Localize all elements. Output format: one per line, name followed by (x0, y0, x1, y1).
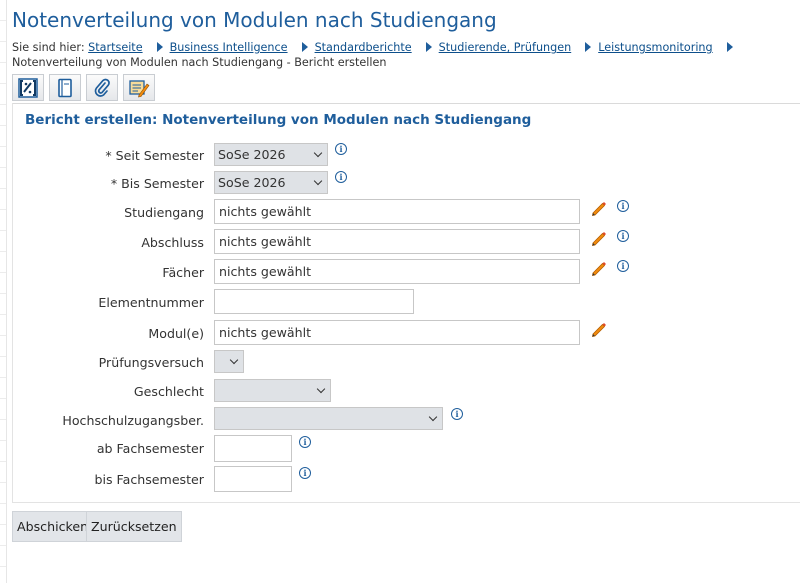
chevron-down-icon (313, 148, 323, 158)
seit-semester-select[interactable]: SoSe 2026 (214, 143, 328, 166)
reset-button[interactable]: Zurücksetzen (86, 511, 182, 542)
edit-document-button[interactable] (123, 74, 155, 101)
info-icon[interactable]: i (335, 171, 347, 183)
pencil-icon[interactable] (590, 259, 608, 277)
breadcrumb-prefix: Sie sind hier: (12, 41, 85, 54)
pencil-icon[interactable] (590, 320, 608, 338)
pencil-icon[interactable] (590, 229, 608, 247)
hzb-label: Hochschulzugangsber. (62, 413, 204, 428)
info-icon[interactable]: i (617, 200, 629, 212)
breadcrumb-arrow-icon (585, 42, 592, 52)
breadcrumb-link-studierende-pruefungen[interactable]: Studierende, Prüfungen (439, 41, 572, 54)
faecher-field[interactable]: nichts gewählt (214, 259, 580, 284)
breadcrumb-arrow-icon (726, 42, 733, 52)
chevron-down-icon (316, 384, 326, 394)
chevron-down-icon (428, 412, 438, 422)
pruefungsversuch-select[interactable] (214, 350, 244, 373)
info-icon[interactable]: i (299, 467, 311, 479)
report-fields-icon (18, 77, 38, 98)
notebook-icon (58, 78, 72, 97)
elementnummer-input[interactable] (214, 289, 414, 314)
faecher-label: Fächer (162, 265, 204, 280)
page-title: Notenverteilung von Modulen nach Studien… (12, 8, 497, 32)
seit-semester-value: SoSe 2026 (218, 147, 286, 162)
submit-button[interactable]: Abschicken (12, 511, 94, 542)
breadcrumb-current: Notenverteilung von Modulen nach Studien… (12, 56, 387, 69)
info-icon[interactable]: i (617, 230, 629, 242)
paperclip-icon (94, 78, 110, 97)
info-icon[interactable]: i (617, 260, 629, 272)
pruefungsversuch-label: Prüfungsversuch (98, 355, 204, 370)
abschluss-label: Abschluss (141, 235, 204, 250)
chevron-down-icon (229, 355, 239, 365)
bis-fachsemester-label: bis Fachsemester (94, 472, 204, 487)
bis-fachsemester-input[interactable] (214, 466, 292, 492)
attachment-button[interactable] (86, 74, 118, 101)
pencil-icon[interactable] (590, 199, 608, 217)
bis-semester-value: SoSe 2026 (218, 175, 286, 190)
breadcrumb-link-business-intelligence[interactable]: Business Intelligence (170, 41, 288, 54)
ab-fachsemester-input[interactable] (214, 435, 292, 462)
bis-semester-select[interactable]: SoSe 2026 (214, 171, 328, 194)
chevron-down-icon (313, 176, 323, 186)
module-field[interactable]: nichts gewählt (214, 320, 580, 345)
breadcrumb-link-startseite[interactable]: Startseite (88, 41, 142, 54)
breadcrumb-arrow-icon (301, 42, 308, 52)
edit-document-icon (129, 79, 150, 97)
breadcrumb-arrow-icon (156, 42, 163, 52)
elementnummer-label: Elementnummer (98, 295, 204, 310)
report-fields-button[interactable] (12, 74, 44, 101)
info-icon[interactable]: i (299, 436, 311, 448)
abschluss-field[interactable]: nichts gewählt (214, 229, 580, 254)
ab-fachsemester-label: ab Fachsemester (96, 441, 204, 456)
info-icon[interactable]: i (335, 143, 347, 155)
geschlecht-select[interactable] (214, 379, 331, 402)
breadcrumb-link-standardberichte[interactable]: Standardberichte (315, 41, 412, 54)
info-icon[interactable]: i (451, 408, 463, 420)
notebook-button[interactable] (49, 74, 81, 101)
toolbar (12, 74, 155, 101)
breadcrumb-link-leistungsmonitoring[interactable]: Leistungsmonitoring (598, 41, 712, 54)
module-label: Modul(e) (148, 326, 204, 341)
breadcrumb-arrow-icon (425, 42, 432, 52)
breadcrumb: Sie sind hier: Startseite Business Intell… (12, 40, 772, 70)
form-heading: Bericht erstellen: Notenverteilung von M… (25, 112, 532, 128)
hzb-select[interactable] (214, 407, 443, 430)
bis-semester-label: * Bis Semester (110, 176, 204, 191)
seit-semester-label: * Seit Semester (105, 148, 204, 163)
studiengang-label: Studiengang (124, 205, 204, 220)
studiengang-field[interactable]: nichts gewählt (214, 199, 580, 224)
left-frame-edge (0, 0, 7, 583)
geschlecht-label: Geschlecht (133, 384, 204, 399)
